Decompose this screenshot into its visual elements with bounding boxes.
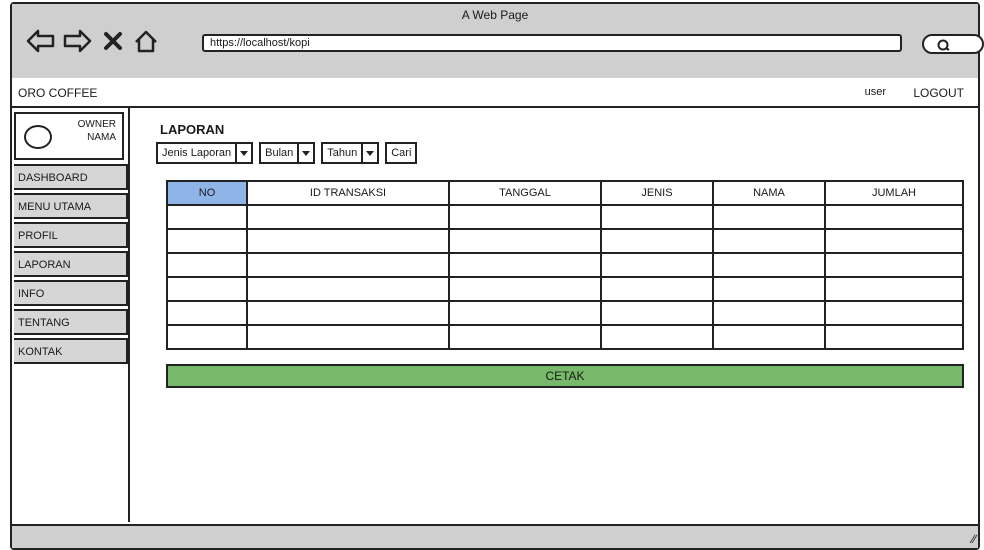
table-cell	[824, 204, 964, 230]
url-input[interactable]: https://localhost/kopi	[202, 34, 902, 52]
table-cell	[246, 300, 450, 326]
browser-window: A Web Page https://localhost/kopi ORO CO…	[10, 2, 984, 550]
report-type-label: Jenis Laporan	[158, 144, 238, 162]
month-select[interactable]: Bulan	[259, 142, 316, 164]
brand-name: ORO COFFEE	[18, 86, 98, 100]
column-header-no: NO	[166, 180, 248, 206]
browser-titlebar: A Web Page https://localhost/kopi	[12, 4, 984, 80]
table-cell	[166, 204, 248, 230]
sidebar-item-menu-utama[interactable]: MENU UTAMA	[14, 193, 128, 219]
table-cell	[824, 324, 964, 350]
home-icon[interactable]	[132, 28, 158, 54]
table-cell	[166, 228, 248, 254]
table-cell	[166, 300, 248, 326]
table-cell	[824, 252, 964, 278]
table-cell	[246, 204, 450, 230]
back-arrow-icon[interactable]	[26, 28, 55, 54]
table-cell	[712, 252, 826, 278]
table-row	[166, 276, 964, 302]
table-row	[166, 300, 964, 326]
table-cell	[448, 276, 602, 302]
table-cell	[824, 228, 964, 254]
user-link[interactable]: user	[865, 86, 886, 98]
table-cell	[600, 300, 714, 326]
report-table: NO ID TRANSAKSI TANGGAL JENIS NAMA JUMLA…	[166, 180, 964, 350]
table-cell	[712, 300, 826, 326]
column-header-tanggal: TANGGAL	[448, 180, 602, 206]
chevron-down-icon[interactable]	[299, 144, 313, 162]
table-row	[166, 324, 964, 350]
chevron-down-icon[interactable]	[363, 144, 377, 162]
table-cell	[600, 324, 714, 350]
column-header-jenis: JENIS	[600, 180, 714, 206]
table-cell	[600, 252, 714, 278]
sidebar-item-dashboard[interactable]: DASHBOARD	[14, 164, 128, 190]
sidebar-item-info[interactable]: INFO	[14, 280, 128, 306]
table-cell	[712, 324, 826, 350]
sidebar-item-tentang[interactable]: TENTANG	[14, 309, 128, 335]
owner-role: OWNER	[77, 119, 116, 130]
table-cell	[600, 276, 714, 302]
app-header: ORO COFFEE user LOGOUT	[12, 78, 978, 108]
browser-search-button[interactable]	[922, 34, 984, 54]
sidebar-menu: DASHBOARD MENU UTAMA PROFIL LAPORAN INFO…	[14, 164, 128, 367]
table-cell	[448, 228, 602, 254]
table-cell	[246, 252, 450, 278]
sidebar-item-profil[interactable]: PROFIL	[14, 222, 128, 248]
table-cell	[246, 324, 450, 350]
table-cell	[246, 276, 450, 302]
year-select[interactable]: Tahun	[321, 142, 380, 164]
report-type-select[interactable]: Jenis Laporan	[156, 142, 254, 164]
window-title: A Web Page	[461, 8, 529, 22]
table-body	[166, 204, 964, 350]
month-label: Bulan	[261, 144, 300, 162]
print-button[interactable]: CETAK	[166, 364, 964, 388]
column-header-jumlah: JUMLAH	[824, 180, 964, 206]
sidebar-item-kontak[interactable]: KONTAK	[14, 338, 128, 364]
resize-grip-icon[interactable]: ∕∕	[972, 532, 976, 546]
table-cell	[824, 276, 964, 302]
table-cell	[824, 300, 964, 326]
search-button[interactable]: Cari	[385, 142, 418, 164]
table-cell	[448, 252, 602, 278]
report-filters: Jenis Laporan Bulan Tahun Cari	[156, 142, 418, 164]
logout-link[interactable]: LOGOUT	[913, 86, 964, 100]
column-header-nama: NAMA	[712, 180, 826, 206]
status-bar: ∕∕	[12, 524, 978, 548]
forward-arrow-icon[interactable]	[62, 28, 92, 54]
table-header-row: NO ID TRANSAKSI TANGGAL JENIS NAMA JUMLA…	[166, 180, 964, 206]
avatar	[24, 125, 52, 149]
table-cell	[166, 276, 248, 302]
year-label: Tahun	[323, 144, 364, 162]
table-cell	[166, 324, 248, 350]
sidebar: OWNER NAMA DASHBOARD MENU UTAMA PROFIL L…	[12, 108, 130, 522]
table-row	[166, 228, 964, 254]
table-row	[166, 252, 964, 278]
table-cell	[712, 204, 826, 230]
table-cell	[448, 324, 602, 350]
table-cell	[448, 300, 602, 326]
table-cell	[448, 204, 602, 230]
table-cell	[712, 228, 826, 254]
table-cell	[600, 204, 714, 230]
chevron-down-icon[interactable]	[237, 144, 251, 162]
search-icon	[937, 39, 950, 51]
table-cell	[246, 228, 450, 254]
owner-profile: OWNER NAMA	[14, 112, 124, 160]
owner-name: NAMA	[87, 132, 116, 143]
close-icon[interactable]	[100, 28, 126, 54]
table-cell	[166, 252, 248, 278]
table-cell	[600, 228, 714, 254]
sidebar-item-laporan[interactable]: LAPORAN	[14, 251, 128, 277]
page-title: LAPORAN	[160, 122, 225, 137]
main-content: LAPORAN Jenis Laporan Bulan Tahun Cari N…	[130, 108, 976, 522]
table-row	[166, 204, 964, 230]
table-cell	[712, 276, 826, 302]
column-header-id-transaksi: ID TRANSAKSI	[246, 180, 450, 206]
